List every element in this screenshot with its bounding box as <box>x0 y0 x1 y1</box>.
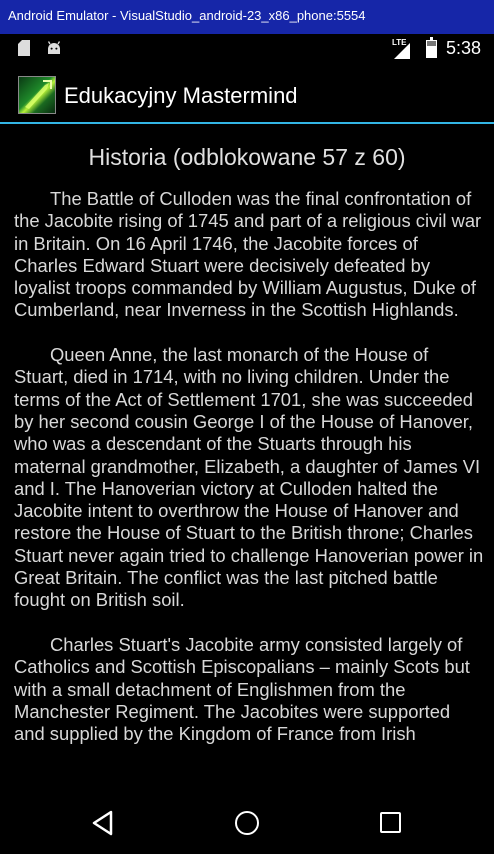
history-text: The Battle of Culloden was the final con… <box>14 188 484 768</box>
paragraph: Queen Anne, the last monarch of the Hous… <box>14 344 484 611</box>
paragraph: Charles Stuart's Jacobite army consisted… <box>14 633 470 745</box>
app-title: Edukacyjny Mastermind <box>64 83 298 108</box>
app-logo-icon[interactable] <box>18 76 56 114</box>
sd-card-icon <box>18 40 30 56</box>
paragraph: The Battle of Culloden was the final con… <box>14 188 482 321</box>
android-debug-icon <box>47 41 61 54</box>
status-time: 5:38 <box>446 38 482 58</box>
back-icon[interactable] <box>90 810 116 836</box>
battery-icon <box>426 37 437 58</box>
status-bar <box>0 34 494 64</box>
history-content[interactable]: Historia (odblokowane 57 z 60) The Battl… <box>0 124 494 800</box>
home-icon[interactable] <box>235 811 259 835</box>
recent-apps-icon[interactable] <box>380 812 401 833</box>
emulator-window: Android Emulator - VisualStudio_android-… <box>0 0 494 854</box>
window-title-bar[interactable]: Android Emulator - VisualStudio_android-… <box>0 0 494 34</box>
signal-strength-icon <box>394 43 410 59</box>
window-title: Android Emulator - VisualStudio_android-… <box>8 8 366 23</box>
page-title: Historia (odblokowane 57 z 60) <box>88 144 406 170</box>
